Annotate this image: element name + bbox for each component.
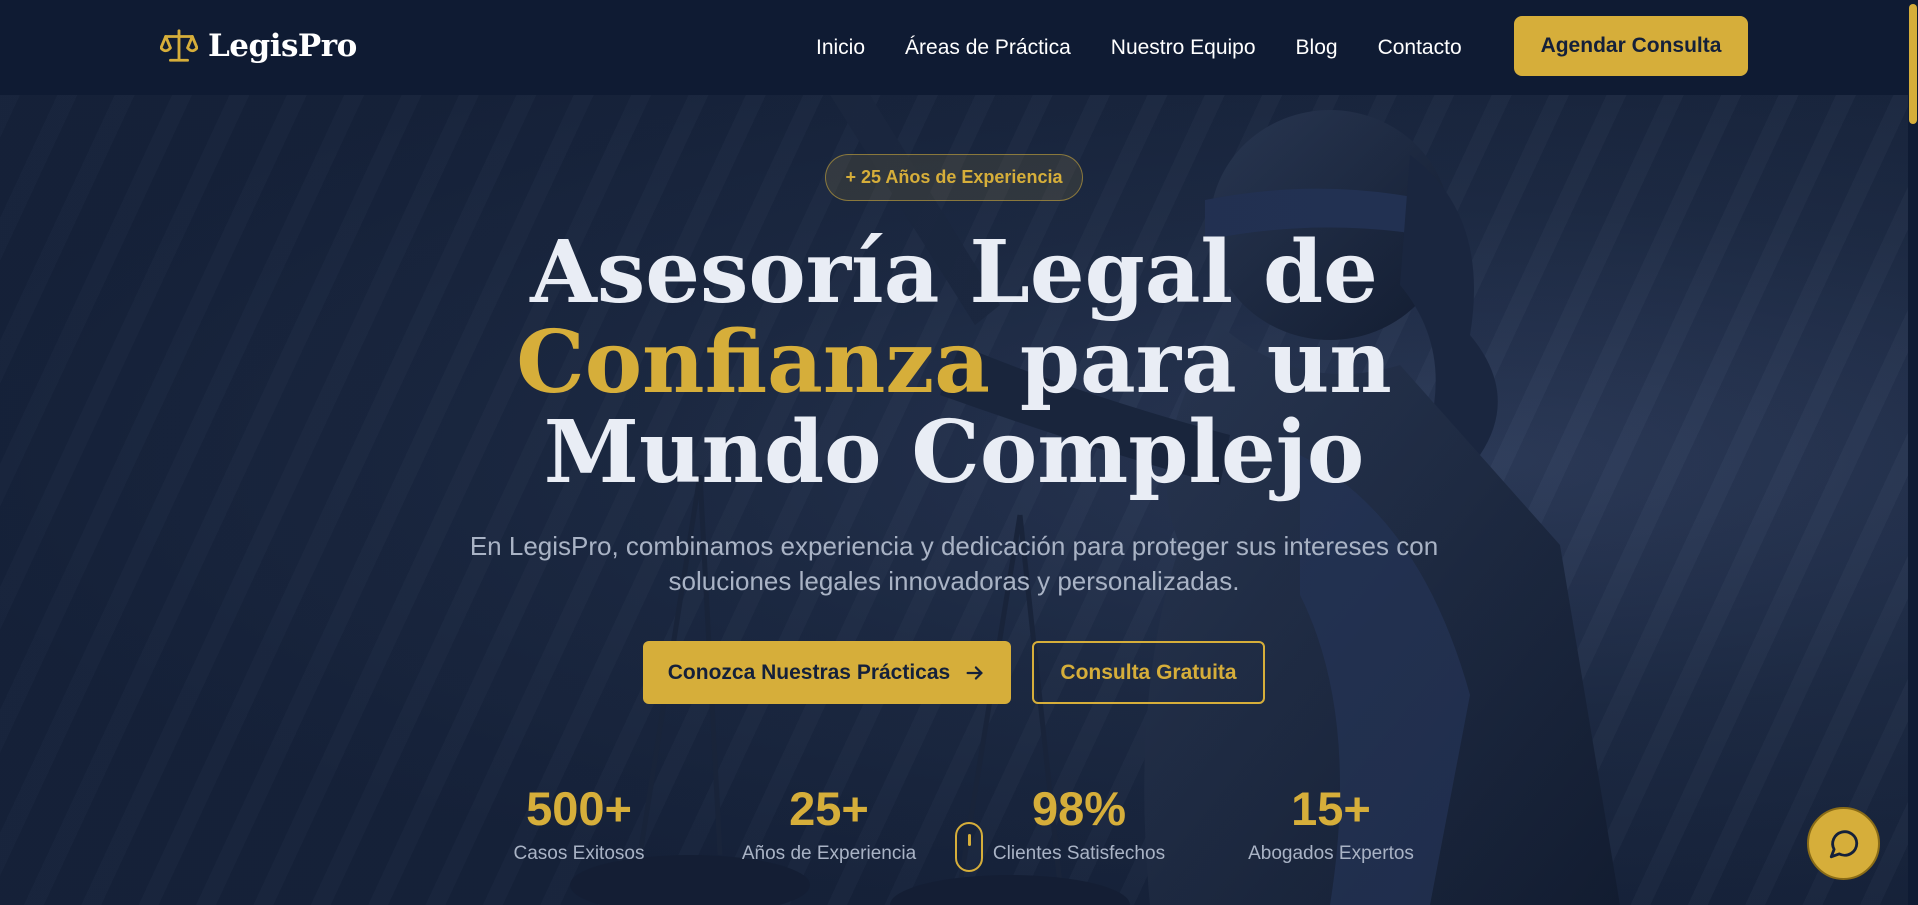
- scrollbar-thumb[interactable]: [1909, 4, 1917, 124]
- headline-line3: Mundo Complejo: [543, 402, 1365, 503]
- free-consultation-button[interactable]: Consulta Gratuita: [1032, 641, 1265, 704]
- stat-value: 25+: [789, 782, 869, 835]
- explore-practices-label: Conozca Nuestras Prácticas: [667, 660, 951, 684]
- nav-link-areas[interactable]: Áreas de Práctica: [905, 36, 1071, 60]
- headline-line1: Asesoría Legal de: [530, 222, 1378, 323]
- stat-years: 25+ Años de Experiencia: [733, 781, 925, 865]
- stat-label: Años de Experiencia: [741, 843, 917, 864]
- chat-button[interactable]: [1807, 807, 1880, 880]
- experience-badge: + 25 Años de Experiencia: [825, 154, 1083, 201]
- stat-value: 15+: [1291, 782, 1371, 835]
- stat-cases: 500+ Casos Exitosos: [488, 781, 670, 865]
- stat-label: Abogados Expertos: [1248, 843, 1414, 864]
- nav-link-inicio[interactable]: Inicio: [816, 36, 865, 60]
- hero-headline: Asesoría Legal de Confianza para un Mund…: [0, 228, 1908, 498]
- stat-label: Casos Exitosos: [513, 843, 645, 864]
- mouse-scroll-icon: [955, 822, 983, 872]
- page-scrollbar[interactable]: [1908, 0, 1918, 905]
- arrow-right-icon: [966, 665, 983, 680]
- stat-lawyers: 15+ Abogados Expertos: [1240, 781, 1422, 865]
- stat-value: 500+: [526, 782, 632, 835]
- scales-icon: [160, 29, 198, 62]
- stat-value: 98%: [1031, 782, 1127, 835]
- brand-name: LegisPro: [208, 28, 357, 64]
- headline-accent: Confianza: [516, 312, 990, 413]
- schedule-consultation-button[interactable]: Agendar Consulta: [1514, 16, 1748, 76]
- nav-link-equipo[interactable]: Nuestro Equipo: [1111, 36, 1256, 60]
- hero-subtitle: En LegisPro, combinamos experiencia y de…: [469, 531, 1439, 596]
- brand-logo[interactable]: LegisPro: [160, 27, 357, 65]
- navbar: LegisPro Inicio Áreas de Práctica Nuestr…: [0, 0, 1908, 95]
- headline-line2: para un: [989, 312, 1392, 413]
- stat-satisfaction: 98% Clientes Satisfechos: [988, 781, 1170, 865]
- nav-link-contacto[interactable]: Contacto: [1378, 36, 1462, 60]
- hero-section: + 25 Años de Experiencia Asesoría Legal …: [0, 95, 1908, 905]
- explore-practices-button[interactable]: Conozca Nuestras Prácticas: [643, 641, 1011, 704]
- stat-label: Clientes Satisfechos: [992, 843, 1166, 864]
- main-nav: Inicio Áreas de Práctica Nuestro Equipo …: [816, 0, 1502, 95]
- nav-link-blog[interactable]: Blog: [1296, 36, 1338, 60]
- chat-bubble-icon: [1829, 829, 1858, 858]
